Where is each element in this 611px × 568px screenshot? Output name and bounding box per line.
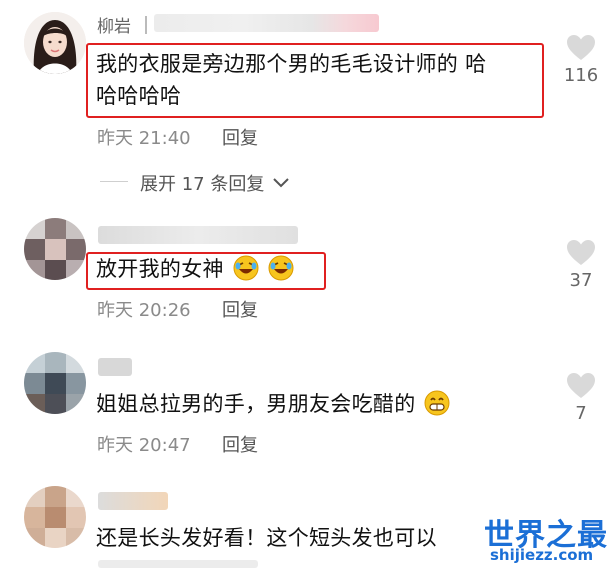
like-count: 37 [569,270,593,291]
comment-text: 放开我的女神 [96,253,294,285]
like-button[interactable]: 37 [558,239,604,291]
comment-time: 昨天 20:26 [97,300,191,321]
rofl-emoji-icon [233,255,259,281]
watermark-domain: shijiezz.com [490,546,594,564]
comment-time: 昨天 21:40 [97,128,191,149]
avatar[interactable] [24,218,86,280]
comment-text-continued: 哈哈哈哈 [96,84,182,108]
like-count: 7 [575,403,587,424]
username-divider [145,16,147,34]
blurred-text [98,560,258,568]
avatar[interactable] [24,352,86,414]
blurred-text [154,14,379,32]
avatar[interactable] [24,486,86,548]
comment-text-content: 姐姐总拉男的手，男朋友会吃醋的 [96,392,416,416]
avatar[interactable] [24,12,86,74]
chevron-down-icon [273,178,289,188]
reply-button[interactable]: 回复 [222,431,258,457]
heart-icon [567,35,595,60]
grin-emoji-icon [424,390,450,416]
heart-icon [567,373,595,398]
reply-button[interactable]: 回复 [222,124,258,150]
like-count: 116 [563,65,599,86]
expand-divider-line [100,181,128,182]
comment-text-content: 放开我的女神 [96,257,224,281]
expand-replies-button[interactable]: 展开 17 条回复 [140,170,290,196]
comment-username[interactable]: 柳岩 [97,12,131,37]
heart-icon [567,240,595,265]
comment-text: 我的衣服是旁边那个男的毛毛设计师的 哈 [96,52,487,76]
expand-replies-label: 展开 17 条回复 [140,174,265,195]
reply-button[interactable]: 回复 [222,296,258,322]
like-button[interactable]: 7 [558,372,604,424]
rofl-emoji-icon [268,255,294,281]
like-button[interactable]: 116 [558,34,604,86]
comment-text: 姐姐总拉男的手，男朋友会吃醋的 [96,388,450,420]
blurred-username [98,492,168,510]
blurred-username [98,358,132,376]
comment-time: 昨天 20:47 [97,435,191,456]
comment-text: 还是长头发好看！这个短头发也可以 [96,526,437,550]
blurred-username [98,226,298,244]
avatar-portrait [24,12,86,74]
